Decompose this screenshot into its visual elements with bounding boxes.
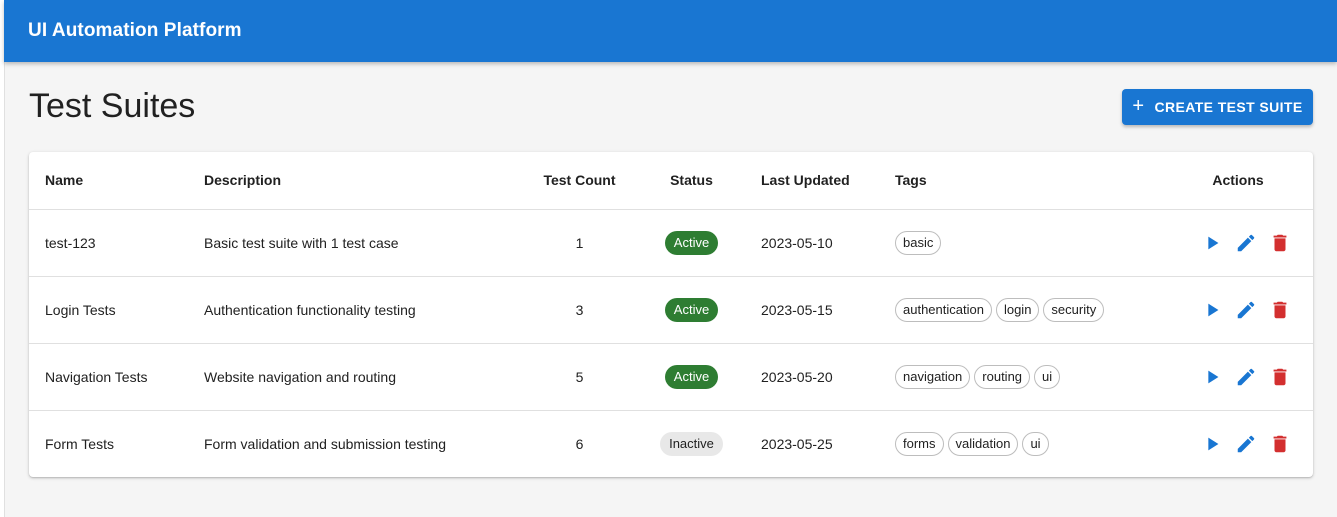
cell-actions	[1163, 410, 1313, 477]
play-icon[interactable]	[1201, 232, 1223, 254]
page-title: Test Suites	[29, 87, 196, 125]
tag-chip: security	[1043, 297, 1105, 322]
tag-chip: ui	[1034, 364, 1061, 389]
cell-name: Login Tests	[29, 276, 188, 344]
tag-chip: ui	[1022, 431, 1049, 456]
cell-actions	[1163, 209, 1313, 277]
cell-status: Active	[638, 276, 745, 344]
table-row: Navigation Tests Website navigation and …	[29, 343, 1313, 411]
cell-status: Active	[638, 343, 745, 411]
cell-last-updated: 2023-05-25	[761, 435, 833, 452]
main-content: Test Suites + CREATE TEST SUITE Name Des…	[4, 62, 1337, 517]
edit-icon[interactable]	[1235, 232, 1257, 254]
delete-icon[interactable]	[1269, 299, 1291, 321]
test-suites-table-card: Name Description Test Count Status Last …	[29, 152, 1313, 477]
row-actions	[1179, 299, 1313, 321]
delete-icon[interactable]	[1269, 366, 1291, 388]
cell-last-updated: 2023-05-10	[745, 209, 879, 277]
cell-description: Form validation and submission testing	[204, 435, 447, 452]
status-badge: Active	[664, 364, 719, 389]
app-bar: UI Automation Platform	[4, 0, 1337, 62]
status-badge: Active	[664, 297, 719, 322]
table-row: Form Tests Form validation and submissio…	[29, 410, 1313, 477]
cell-test-count: 6	[575, 435, 584, 452]
create-test-suite-button[interactable]: + CREATE TEST SUITE	[1122, 89, 1313, 125]
cell-test-count: 5	[521, 343, 638, 411]
test-suites-table: Name Description Test Count Status Last …	[29, 152, 1313, 477]
header-last-updated: Last Updated	[745, 152, 879, 210]
cell-tags: forms validation ui	[879, 410, 1163, 477]
cell-status: Inactive	[638, 410, 745, 477]
play-icon[interactable]	[1201, 366, 1223, 388]
plus-icon: +	[1132, 95, 1145, 117]
row-actions	[1179, 366, 1313, 388]
edit-icon[interactable]	[1235, 299, 1257, 321]
row-actions	[1179, 433, 1313, 455]
cell-test-count: 1	[521, 209, 638, 277]
cell-actions	[1163, 276, 1313, 344]
cell-name: Navigation Tests	[29, 343, 188, 411]
delete-icon[interactable]	[1269, 433, 1291, 455]
edit-icon[interactable]	[1235, 433, 1257, 455]
cell-tags: authentication login security	[879, 276, 1163, 344]
table-row: Login Tests Authentication functionality…	[29, 276, 1313, 344]
play-icon[interactable]	[1201, 299, 1223, 321]
status-badge: Inactive	[660, 431, 723, 456]
app-title: UI Automation Platform	[28, 20, 242, 41]
tag-chip: forms	[895, 431, 944, 456]
cell-actions	[1163, 343, 1313, 411]
tag-chip: login	[995, 297, 1040, 322]
cell-status: Active	[638, 209, 745, 277]
cell-test-count: 3	[521, 276, 638, 344]
delete-icon[interactable]	[1269, 232, 1291, 254]
cell-description: Authentication functionality testing	[188, 276, 521, 344]
header-tags: Tags	[879, 152, 1163, 210]
table-header-row: Name Description Test Count Status Last …	[29, 152, 1313, 210]
cell-name: test-123	[29, 209, 188, 277]
edit-icon[interactable]	[1235, 366, 1257, 388]
row-actions	[1179, 232, 1313, 254]
cell-description: Website navigation and routing	[188, 343, 521, 411]
header-status: Status	[638, 152, 745, 210]
tag-chip: routing	[974, 364, 1031, 389]
create-test-suite-label: CREATE TEST SUITE	[1154, 99, 1303, 115]
header-description: Description	[188, 152, 521, 210]
table-row: test-123 Basic test suite with 1 test ca…	[29, 209, 1313, 277]
tag-chip: navigation	[895, 364, 971, 389]
cell-tags: navigation routing ui	[879, 343, 1163, 411]
header-actions: Actions	[1163, 152, 1313, 210]
cell-name: Form Tests	[45, 435, 114, 452]
cell-tags: basic	[879, 209, 1163, 277]
cell-last-updated: 2023-05-15	[745, 276, 879, 344]
play-icon[interactable]	[1201, 433, 1223, 455]
cell-description: Basic test suite with 1 test case	[188, 209, 521, 277]
cell-last-updated: 2023-05-20	[745, 343, 879, 411]
header-name: Name	[29, 152, 188, 210]
tag-chip: authentication	[895, 297, 992, 322]
tag-chip: basic	[895, 230, 942, 255]
tag-chip: validation	[947, 431, 1019, 456]
header-test-count: Test Count	[521, 152, 638, 210]
status-badge: Active	[664, 230, 719, 255]
